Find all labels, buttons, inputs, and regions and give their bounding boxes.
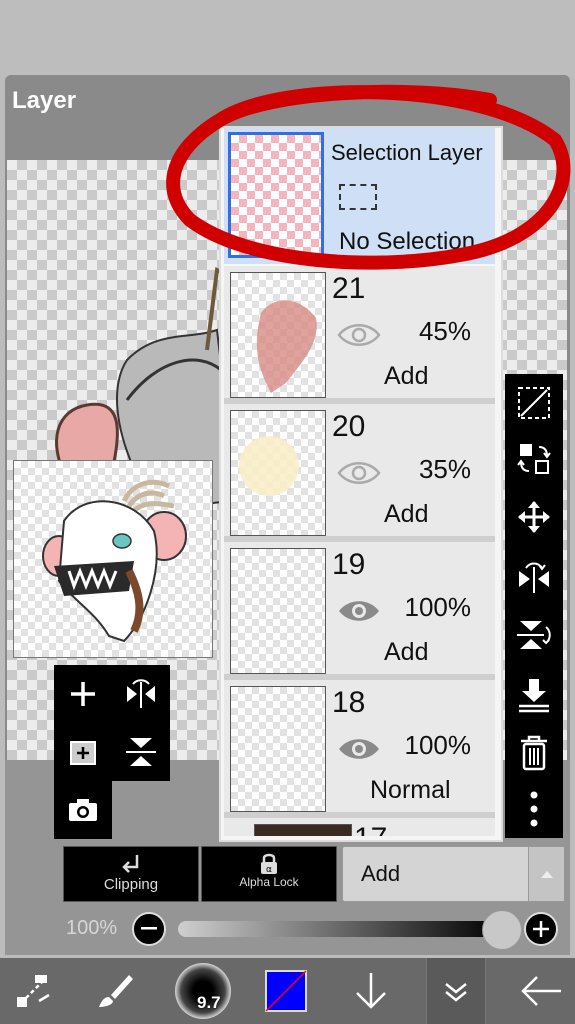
eye-icon[interactable] [337, 596, 381, 626]
alpha-lock-button[interactable]: α Alpha Lock [201, 846, 337, 902]
add-image-icon [70, 741, 96, 765]
blend-mode-dropdown-arrow [528, 847, 564, 901]
layer-thumbnail [230, 410, 326, 536]
move-icon [518, 501, 550, 533]
flip-vertical-layer-button[interactable] [505, 610, 563, 660]
down-arrow-button[interactable] [340, 958, 402, 1024]
plus-icon [533, 921, 549, 937]
canvas-top-area [0, 0, 575, 75]
reference-image[interactable] [13, 460, 213, 658]
color-swatch [265, 970, 307, 1012]
brush-size-value: 9.7 [197, 993, 221, 1012]
layer-blend-mode: Add [384, 638, 429, 666]
flip-horizontal-icon [127, 679, 155, 708]
layer-thumbnail [230, 272, 326, 398]
layer-opacity: 35% [418, 454, 471, 484]
transform-tools-button[interactable] [0, 958, 66, 1024]
blend-mode-value: Add [361, 861, 401, 886]
select-none-icon [518, 387, 550, 419]
camera-button[interactable] [54, 781, 112, 839]
layer-opacity: 100% [404, 730, 472, 760]
back-button[interactable] [510, 958, 572, 1024]
back-arrow-icon [521, 976, 561, 1006]
clipping-icon [122, 855, 139, 873]
layer-blend-mode: Normal [370, 776, 451, 804]
opacity-label: 100% [66, 917, 118, 939]
brush-button[interactable] [82, 958, 148, 1024]
merge-down-icon [519, 679, 549, 713]
layer-row-20[interactable]: 20 35% Add [224, 404, 495, 542]
flip-horizontal-icon [519, 562, 549, 593]
flip-vertical-button[interactable] [112, 723, 170, 781]
select-none-button[interactable] [505, 378, 563, 428]
layer-number: 18 [332, 686, 366, 719]
down-arrow-icon [356, 973, 386, 1009]
layer-number: 20 [332, 410, 366, 443]
more-icon [530, 791, 538, 827]
transform-icon [517, 444, 551, 474]
transform-tools-icon [17, 975, 50, 1007]
layer-opacity: 100% [404, 592, 472, 622]
opacity-increase-button[interactable] [524, 912, 558, 946]
right-toolbar [505, 374, 563, 838]
clipping-label: Clipping [103, 876, 159, 893]
layer-thumbnail [254, 824, 352, 836]
merge-down-button[interactable] [505, 670, 563, 720]
brush-icon [99, 975, 133, 1007]
lock-icon: α [261, 853, 277, 875]
layer-opacity: 45% [418, 316, 471, 346]
transform-button[interactable] [505, 434, 563, 484]
layer-thumbnail [230, 686, 326, 812]
flip-vertical-icon [126, 738, 156, 766]
add-image-button[interactable] [54, 723, 112, 781]
delete-icon [521, 735, 547, 771]
flip-horizontal-button[interactable] [112, 665, 170, 723]
eye-icon[interactable] [337, 458, 381, 488]
alpha-lock-label: Alpha Lock [239, 875, 299, 889]
layer-row-18[interactable]: 18 100% Normal [224, 680, 495, 818]
opacity-slider-thumb[interactable] [482, 910, 522, 950]
flip-horizontal-layer-button[interactable] [505, 552, 563, 602]
layer-row-19[interactable]: 19 100% Add [224, 542, 495, 680]
plus-icon [71, 682, 95, 706]
camera-icon [69, 799, 97, 821]
svg-text:α: α [266, 865, 272, 875]
double-chevron-down-icon [445, 983, 467, 1002]
chevron-up-icon [540, 871, 553, 878]
delete-layer-button[interactable] [505, 728, 563, 778]
eye-icon[interactable] [337, 734, 381, 764]
flip-vertical-icon [517, 621, 551, 649]
eye-icon[interactable] [337, 320, 381, 350]
layer-blend-mode: Add [384, 500, 429, 528]
color-swatch-button[interactable] [258, 958, 314, 1024]
minus-icon [141, 927, 157, 930]
opacity-slider-track[interactable] [178, 921, 502, 937]
blend-mode-select[interactable]: Add [342, 846, 564, 902]
layer-row-17[interactable]: 17 [224, 818, 495, 836]
brush-size-button[interactable]: 9.7 [172, 958, 234, 1024]
panel-title: Layer [12, 87, 77, 114]
layers-collapse-button[interactable] [426, 958, 486, 1024]
layer-number: 17 [354, 822, 387, 836]
red-annotation-circle [166, 84, 571, 270]
character-thumbnail [42, 479, 187, 643]
move-button[interactable] [505, 492, 563, 542]
add-layer-button[interactable] [54, 665, 112, 723]
layer-thumbnail [230, 548, 326, 674]
layer-number: 19 [332, 548, 366, 581]
layer-blend-mode: Add [384, 362, 429, 390]
brush-size-preview: 9.7 [175, 963, 231, 1019]
more-options-button[interactable] [505, 784, 563, 834]
clipping-button[interactable]: Clipping [63, 846, 199, 902]
opacity-decrease-button[interactable] [132, 912, 166, 946]
